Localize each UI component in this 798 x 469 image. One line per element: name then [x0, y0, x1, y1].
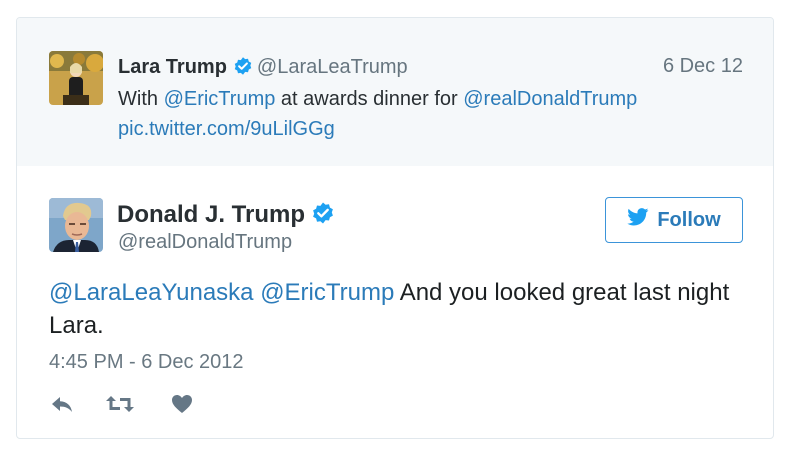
- tweet-author-handle[interactable]: @realDonaldTrump: [118, 231, 292, 254]
- quoted-text-prefix: With: [118, 88, 164, 110]
- reply-icon[interactable]: [49, 392, 75, 416]
- verified-badge-icon: [233, 56, 253, 82]
- quoted-tweet-header: Lara Trump @LaraLeaTrump: [118, 55, 408, 82]
- quoted-tweet-text: With @EricTrump at awards dinner for @re…: [118, 84, 738, 144]
- twitter-bird-icon: [627, 208, 649, 232]
- tweet-actions: [49, 392, 193, 416]
- mention-link[interactable]: @realDonaldTrump: [463, 88, 637, 110]
- verified-badge-icon: [311, 201, 335, 232]
- quoted-tweet-date[interactable]: 6 Dec 12: [663, 55, 743, 78]
- follow-button[interactable]: Follow: [605, 197, 743, 243]
- follow-button-label[interactable]: Follow: [657, 209, 720, 232]
- tweet-text: @LaraLeaYunaska @EricTrump And you looke…: [49, 276, 759, 342]
- embedded-tweet-card: Lara Trump @LaraLeaTrump 6 Dec 12 With @E…: [16, 17, 774, 439]
- retweet-icon[interactable]: [105, 392, 135, 416]
- tweet-author-name-text[interactable]: Donald J. Trump: [117, 201, 305, 228]
- mention-link[interactable]: @EricTrump: [164, 88, 276, 110]
- quoted-text-middle: at awards dinner for: [275, 88, 464, 110]
- quoted-tweet[interactable]: Lara Trump @LaraLeaTrump 6 Dec 12 With @E…: [17, 18, 773, 166]
- mention-link[interactable]: @EricTrump: [260, 279, 394, 306]
- pic-link[interactable]: pic.twitter.com/9uLilGGg: [118, 118, 335, 140]
- donald-trump-avatar[interactable]: [49, 198, 103, 252]
- quoted-author-handle[interactable]: @LaraLeaTrump: [257, 56, 408, 78]
- lara-trump-avatar[interactable]: [49, 51, 103, 105]
- heart-icon[interactable]: [171, 392, 193, 416]
- tweet-timestamp[interactable]: 4:45 PM - 6 Dec 2012: [49, 351, 244, 374]
- quoted-author-name[interactable]: Lara Trump: [118, 56, 227, 78]
- mention-link[interactable]: @LaraLeaYunaska: [49, 279, 254, 306]
- tweet-author-name[interactable]: Donald J. Trump: [117, 201, 337, 232]
